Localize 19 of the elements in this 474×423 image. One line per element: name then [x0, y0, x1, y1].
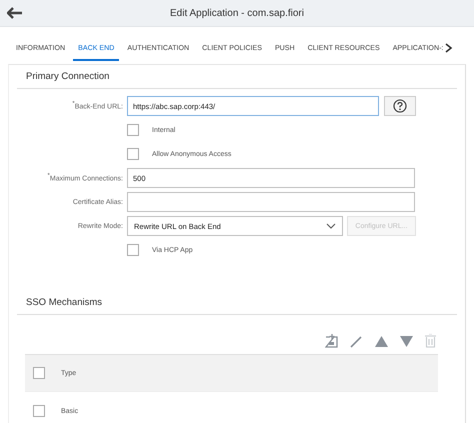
checkbox[interactable] [127, 124, 139, 136]
checkbox[interactable] [127, 244, 139, 256]
section-title: SSO Mechanisms [17, 291, 457, 315]
back-arrow-icon [7, 7, 23, 19]
help-button[interactable] [384, 96, 416, 116]
section-title: Primary Connection [17, 65, 457, 89]
help-icon [393, 99, 407, 113]
window-title: Edit Application - com.sap.fiori [169, 8, 305, 18]
checkbox[interactable] [33, 405, 45, 417]
checkbox[interactable] [33, 367, 45, 379]
move-down-icon[interactable] [400, 336, 413, 346]
input-field[interactable] [127, 192, 415, 212]
back-button[interactable] [7, 7, 23, 19]
add-row-icon[interactable] [325, 334, 338, 348]
move-up-icon[interactable] [375, 336, 388, 346]
edit-icon[interactable] [350, 334, 363, 348]
chevron-right-icon[interactable] [445, 43, 454, 53]
chevron-down-icon [326, 223, 336, 229]
checkbox[interactable] [127, 148, 139, 160]
